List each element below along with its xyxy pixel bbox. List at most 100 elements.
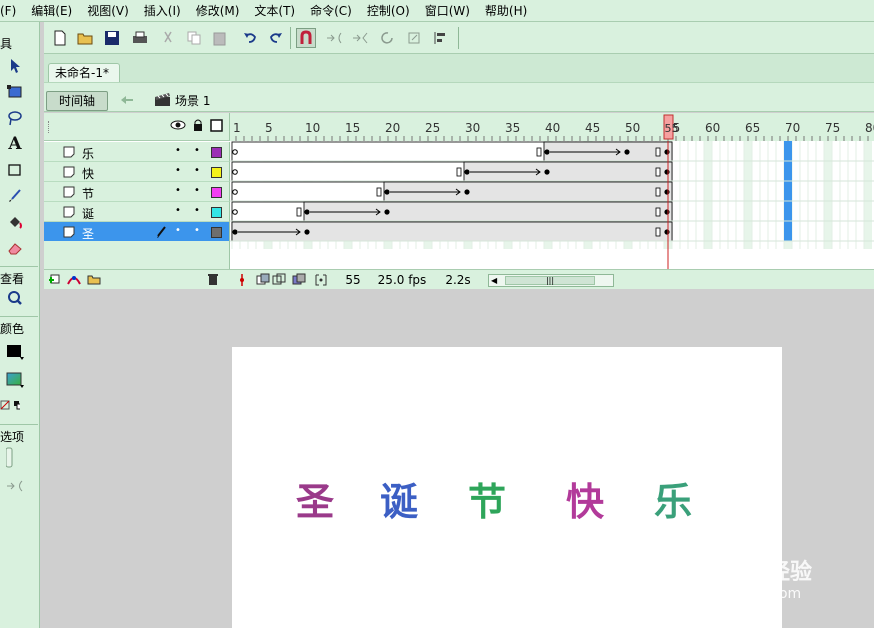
add-motion-guide-icon[interactable] bbox=[66, 272, 82, 289]
layer-lock-dot[interactable]: • bbox=[194, 165, 200, 176]
stage-char-jie[interactable]: 节 bbox=[468, 471, 506, 526]
eraser-tool-icon[interactable] bbox=[5, 238, 25, 258]
rotate-icon[interactable] bbox=[378, 28, 398, 48]
menu-insert[interactable]: 插入(I) bbox=[137, 0, 189, 22]
layer-row-dan[interactable]: 诞 • • bbox=[44, 202, 230, 222]
menu-window[interactable]: 窗口(W) bbox=[418, 0, 478, 22]
onion-skin-icon[interactable] bbox=[256, 273, 270, 290]
lock-icon[interactable] bbox=[192, 118, 204, 135]
stage-char-le[interactable]: 乐 bbox=[654, 471, 692, 526]
smooth-icon[interactable] bbox=[324, 28, 344, 48]
layer-color-swatch[interactable] bbox=[211, 227, 222, 238]
snap-magnet-icon[interactable] bbox=[296, 28, 316, 48]
print-icon[interactable] bbox=[130, 28, 150, 48]
edit-multiple-frames-icon[interactable] bbox=[292, 273, 306, 290]
scroll-thumb[interactable]: ||| bbox=[505, 276, 595, 285]
new-file-icon[interactable] bbox=[50, 28, 70, 48]
keyframe-dot bbox=[544, 149, 550, 155]
layer-lock-dot[interactable]: • bbox=[194, 185, 200, 196]
layer-name: 诞 bbox=[82, 207, 95, 221]
align-icon[interactable] bbox=[430, 28, 450, 48]
frame-grid[interactable]: 1510152025303540455055606570758055 bbox=[230, 113, 874, 269]
keyframe-dot bbox=[544, 169, 550, 175]
onion-skin-outlines-icon[interactable] bbox=[272, 273, 286, 290]
cut-icon[interactable] bbox=[158, 28, 178, 48]
layer-lock-dot[interactable]: • bbox=[194, 205, 200, 216]
menu-view[interactable]: 视图(V) bbox=[80, 0, 137, 22]
menu-help[interactable]: 帮助(H) bbox=[478, 0, 535, 22]
layer-row-le[interactable]: 乐 • • bbox=[44, 142, 230, 162]
layer-name: 圣 bbox=[82, 227, 95, 241]
stage-char-dan[interactable]: 诞 bbox=[380, 471, 418, 526]
save-icon[interactable] bbox=[102, 28, 122, 48]
frame-rate-display[interactable]: 25.0 fps bbox=[372, 273, 432, 288]
stage-char-sheng[interactable]: 圣 bbox=[296, 471, 334, 526]
layer-visibility-dot[interactable]: • bbox=[175, 205, 181, 216]
keyframe-dot bbox=[384, 189, 390, 195]
smooth-option-icon[interactable] bbox=[5, 476, 25, 496]
center-frame-icon[interactable] bbox=[236, 273, 248, 290]
menu-edit[interactable]: 编辑(E) bbox=[24, 0, 80, 22]
straighten-icon[interactable] bbox=[350, 28, 370, 48]
fill-color-swatch[interactable] bbox=[5, 370, 25, 390]
ruler-label: 75 bbox=[825, 121, 840, 135]
scroll-left-arrow[interactable]: ◀ bbox=[491, 276, 497, 285]
ruler-label: 50 bbox=[625, 121, 640, 135]
paste-icon[interactable] bbox=[210, 28, 230, 48]
delete-layer-icon[interactable] bbox=[206, 272, 220, 289]
layer-color-swatch[interactable] bbox=[211, 187, 222, 198]
layer-visibility-dot[interactable]: • bbox=[175, 145, 181, 156]
rectangle-tool-icon[interactable] bbox=[5, 160, 25, 180]
modify-onion-markers-icon[interactable] bbox=[314, 273, 328, 290]
menu-modify[interactable]: 修改(M) bbox=[189, 0, 248, 22]
menu-file[interactable]: (F) bbox=[0, 0, 24, 22]
empty-keyframe bbox=[232, 189, 238, 195]
arrow-tool-icon[interactable] bbox=[5, 56, 25, 76]
layer-color-swatch[interactable] bbox=[211, 147, 222, 158]
layer-row-jie[interactable]: 节 • • bbox=[44, 182, 230, 202]
layer-page-icon bbox=[63, 146, 75, 158]
layer-lock-dot[interactable]: • bbox=[194, 145, 200, 156]
layer-visibility-dot[interactable]: • bbox=[175, 185, 181, 196]
scene-clapper-icon bbox=[154, 91, 172, 107]
insert-layer-icon[interactable] bbox=[48, 272, 64, 289]
scale-icon[interactable] bbox=[404, 28, 424, 48]
insert-folder-icon[interactable] bbox=[86, 272, 102, 289]
redo-icon[interactable] bbox=[266, 28, 286, 48]
brush-tool-icon[interactable] bbox=[5, 186, 25, 206]
scene-label[interactable]: 场景 1 bbox=[175, 92, 210, 109]
ruler-label: 10 bbox=[305, 121, 320, 135]
zoom-tool-icon[interactable] bbox=[5, 288, 25, 308]
option-button[interactable] bbox=[0, 447, 20, 468]
stroke-color-swatch[interactable] bbox=[5, 342, 25, 362]
stage-char-kuai[interactable]: 快 bbox=[566, 471, 604, 526]
layer-color-swatch[interactable] bbox=[211, 167, 222, 178]
timeline-horizontal-scrollbar[interactable]: ◀ ||| bbox=[488, 274, 614, 287]
undo-icon[interactable] bbox=[240, 28, 260, 48]
copy-icon[interactable] bbox=[184, 28, 204, 48]
menu-commands[interactable]: 命令(C) bbox=[303, 0, 360, 22]
document-tab[interactable]: 未命名-1* bbox=[48, 63, 120, 82]
layer-visibility-dot[interactable]: • bbox=[175, 225, 181, 236]
menu-control[interactable]: 控制(O) bbox=[360, 0, 418, 22]
back-arrow-icon[interactable] bbox=[118, 92, 136, 108]
layer-visibility-dot[interactable]: • bbox=[175, 165, 181, 176]
lasso-tool-icon[interactable] bbox=[5, 108, 25, 128]
outline-icon[interactable] bbox=[210, 119, 223, 135]
open-folder-icon[interactable] bbox=[76, 28, 96, 48]
layer-row-kuai[interactable]: 快 • • bbox=[44, 162, 230, 182]
menu-text[interactable]: 文本(T) bbox=[247, 0, 303, 22]
eye-icon[interactable] bbox=[170, 119, 186, 134]
frames-area[interactable]: 1510152025303540455055606570758055 55 25… bbox=[230, 113, 874, 289]
frame-column-5 bbox=[704, 141, 712, 249]
swap-colors-icon[interactable] bbox=[0, 396, 20, 416]
timeline-toggle-button[interactable]: 时间轴 bbox=[46, 91, 108, 111]
layer-row-sheng[interactable]: 圣 • • bbox=[44, 222, 230, 242]
free-transform-tool-icon[interactable] bbox=[5, 82, 25, 102]
end-frame-marker bbox=[655, 147, 661, 157]
text-tool-icon[interactable]: A bbox=[5, 134, 25, 154]
keyframe-dot bbox=[232, 229, 238, 235]
layer-lock-dot[interactable]: • bbox=[194, 225, 200, 236]
layer-color-swatch[interactable] bbox=[211, 207, 222, 218]
paint-bucket-tool-icon[interactable] bbox=[5, 212, 25, 232]
